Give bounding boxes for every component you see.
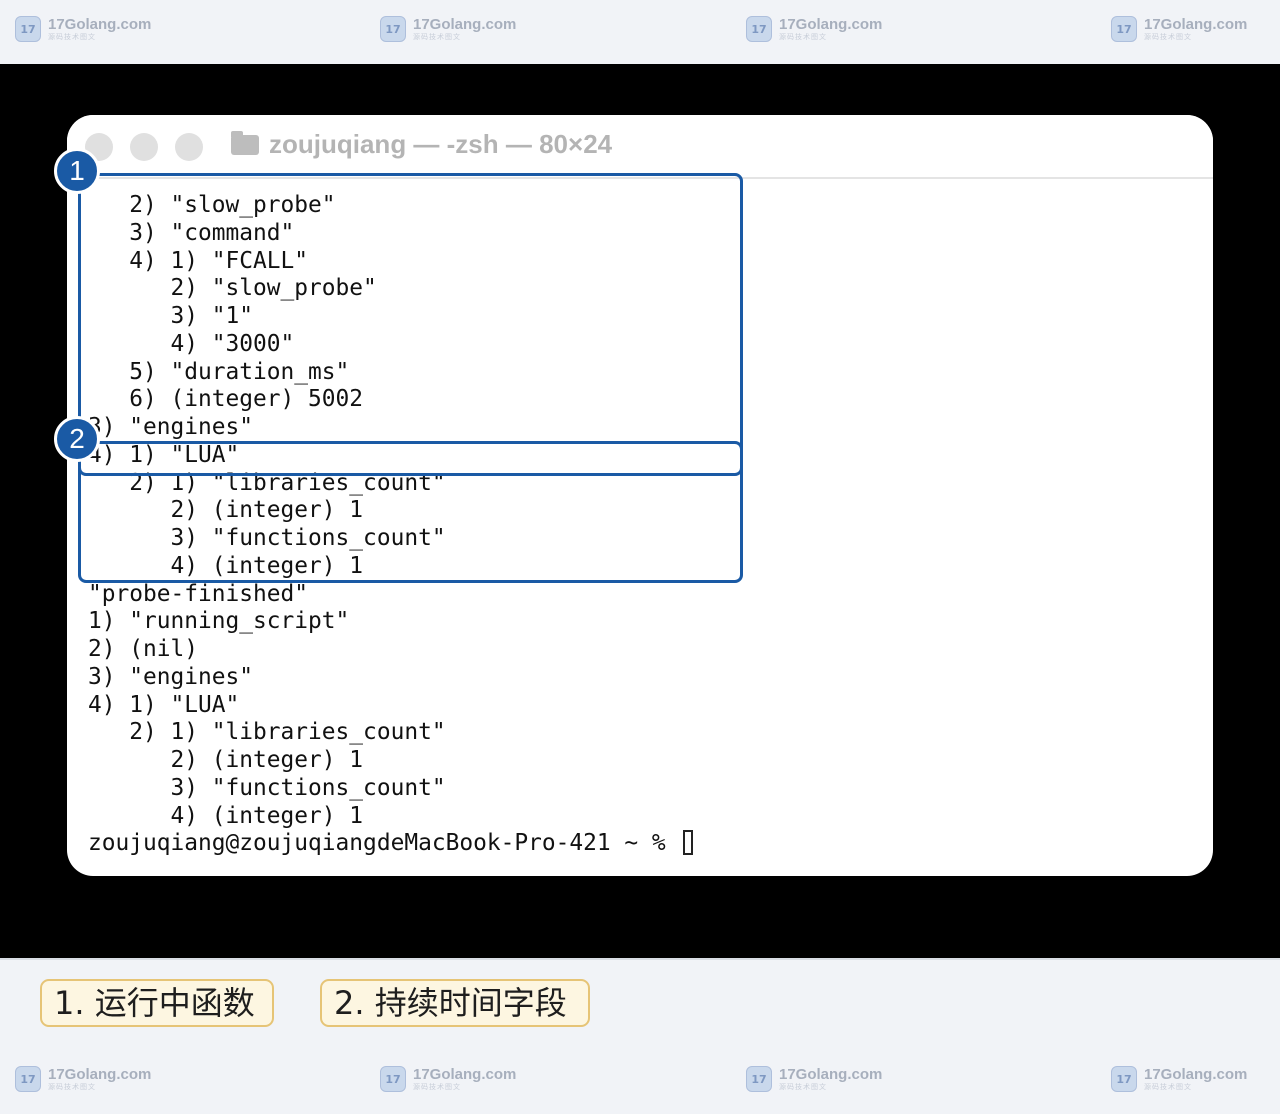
folder-icon [231,131,259,155]
running-function-highlight [78,173,743,583]
legend-item-duration-field: 2. 持续时间字段 [320,979,590,1027]
badge-2: 2 [54,416,100,462]
zoom-window-button[interactable] [175,133,203,161]
watermark-sub: 源码技术图文 [1144,34,1192,41]
watermark-logo-icon: 17 [1111,16,1137,42]
title-bar[interactable]: zoujuqiang — -zsh — 80×24 [67,115,1213,179]
watermark-name: 17Golang.com [1144,16,1248,33]
terminal-line: 4) 1) "LUA" [88,691,240,718]
watermark-bar-top: 17 17Golang.com 源码技术图文 17 17Golang.com 源码技… [0,0,1280,64]
watermark-sub: 源码技术图文 [48,1084,96,1091]
text-cursor [683,830,694,856]
watermark-sub: 源码技术图文 [413,34,461,41]
watermark-sub: 源码技术图文 [48,34,96,41]
watermark-logo-icon: 17 [15,1066,41,1092]
watermark-sub: 源码技术图文 [779,1084,827,1091]
badge-1: 1 [54,148,100,194]
watermark: 17 17Golang.com 源码技术图文 [1111,16,1247,48]
terminal-line: "probe-finished" [88,580,309,607]
terminal-line: 2) (integer) 1 [88,747,364,773]
watermark-sub: 源码技术图文 [779,34,827,41]
watermark-logo-icon: 17 [380,1066,406,1092]
window-title: zoujuqiang — -zsh — 80×24 [269,129,613,159]
legend-item-running-function: 1. 运行中函数 [40,979,274,1027]
terminal-line: 4) (integer) 1 [88,802,364,829]
watermark-logo-icon: 17 [15,16,41,42]
watermark: 17 17Golang.com 源码技术图文 [1111,1066,1247,1098]
watermark-name: 17Golang.com [48,16,152,33]
watermark-sub: 源码技术图文 [1144,1084,1192,1091]
watermark-logo-icon: 17 [746,16,772,42]
watermark-name: 17Golang.com [48,1066,152,1083]
watermark-name: 17Golang.com [1144,1066,1248,1083]
watermark-sub: 源码技术图文 [413,1084,461,1091]
shell-prompt: zoujuqiang@zoujuqiangdeMacBook-Pro-421 ~… [88,830,680,857]
duration-field-highlight [78,441,743,476]
watermark: 17 17Golang.com 源码技术图文 [746,16,882,48]
divider [0,958,1280,960]
watermark: 17 17Golang.com 源码技术图文 [15,1066,151,1098]
watermark-logo-icon: 17 [746,1066,772,1092]
watermark-name: 17Golang.com [413,16,517,33]
terminal-line: 1) "running_script" [88,608,350,635]
watermark: 17 17Golang.com 源码技术图文 [380,16,516,48]
watermark: 17 17Golang.com 源码技术图文 [380,1066,516,1098]
watermark: 17 17Golang.com 源码技术图文 [746,1066,882,1098]
terminal-line: 2) (nil) [88,636,199,662]
watermark-logo-icon: 17 [1111,1066,1137,1092]
watermark: 17 17Golang.com 源码技术图文 [15,16,151,48]
watermark-logo-icon: 17 [380,16,406,42]
watermark-name: 17Golang.com [413,1066,517,1083]
watermark-bar-bottom: 17 17Golang.com 源码技术图文 17 17Golang.com 源码技… [0,1050,1280,1114]
watermark-name: 17Golang.com [779,1066,883,1083]
terminal-line: 3) "engines" [88,663,254,690]
terminal-line: 2) 1) "libraries_count" [88,719,446,746]
shell-prompt-line[interactable]: zoujuqiang@zoujuqiangdeMacBook-Pro-421 ~… [88,830,694,858]
terminal-line: 3) "functions_count" [88,774,446,801]
minimize-window-button[interactable] [130,133,158,161]
watermark-name: 17Golang.com [779,16,883,33]
